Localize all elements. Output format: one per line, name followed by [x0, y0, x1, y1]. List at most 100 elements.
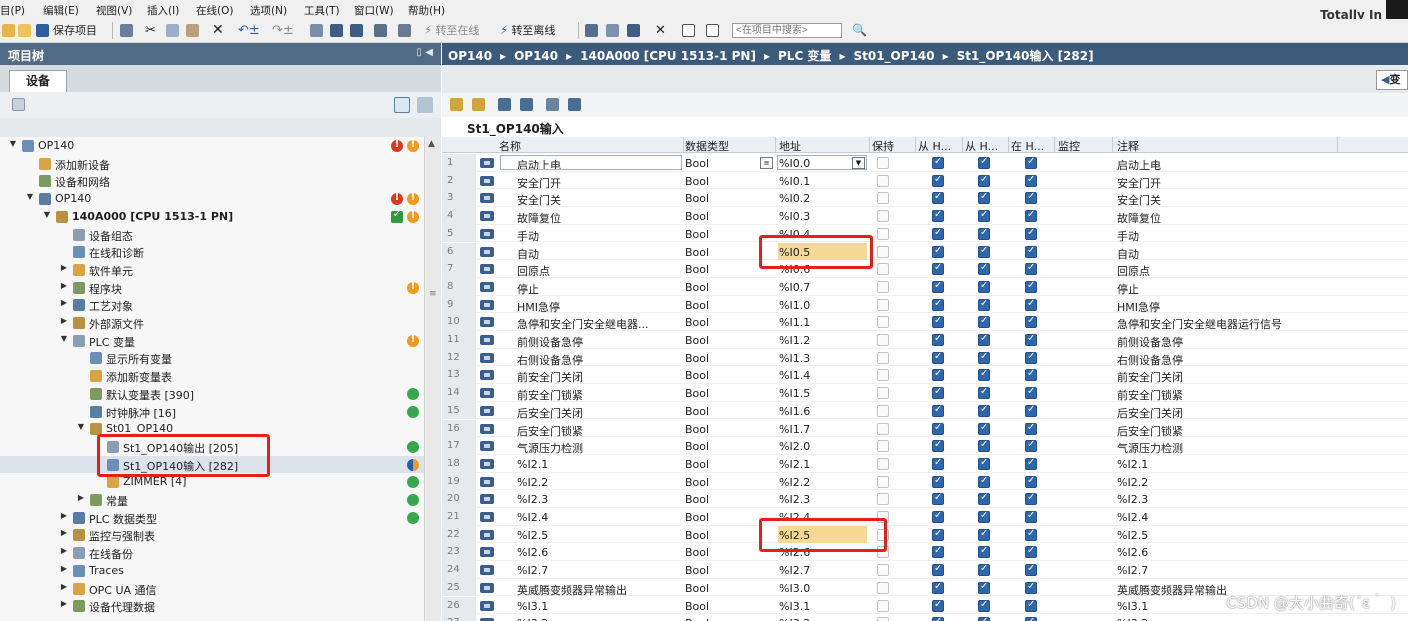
comment-cell[interactable]: 手动 — [1117, 228, 1139, 244]
row-number[interactable]: 8 — [442, 277, 476, 296]
tree-item[interactable]: 设备和网络 — [0, 172, 424, 190]
breadcrumb-item[interactable]: St1_OP140输入 [282] — [957, 49, 1094, 63]
tag-name-cell[interactable]: 故障复位 — [517, 210, 683, 226]
hmi-access-checkbox[interactable] — [932, 209, 944, 223]
data-type-cell[interactable]: Bool — [685, 281, 709, 294]
row-number[interactable]: 6 — [442, 242, 476, 261]
tag-name-cell[interactable]: 启动上电 — [500, 155, 682, 170]
comment-cell[interactable]: 安全门开 — [1117, 175, 1161, 191]
table-row[interactable]: 18%I2.1Bool%I2.1%I2.1 — [442, 454, 1408, 473]
hmi-visible-checkbox[interactable] — [1025, 298, 1037, 311]
table-row[interactable]: 3安全门关Bool%I0.2安全门关 — [442, 189, 1408, 207]
tag-name-cell[interactable]: 安全门开 — [517, 175, 683, 191]
comment-cell[interactable]: 回原点 — [1117, 263, 1150, 279]
tag-name-cell[interactable]: 急停和安全门安全继电器... — [517, 316, 683, 332]
tree-scrollbar[interactable]: ▲ ≡ — [424, 137, 441, 621]
row-number[interactable]: 13 — [442, 366, 476, 385]
tag-name-cell[interactable]: 手动 — [517, 228, 683, 244]
menu-view[interactable]: 视图(V) — [96, 3, 132, 18]
retain-checkbox[interactable] — [877, 564, 889, 577]
hmi-visible-checkbox[interactable] — [1025, 386, 1037, 400]
comment-cell[interactable]: %I2.3 — [1117, 493, 1148, 506]
collapsed-toggle-icon[interactable]: ▶ — [59, 528, 69, 537]
hmi-access-checkbox[interactable] — [932, 174, 944, 187]
tree-item[interactable]: 显示所有变量 — [0, 349, 424, 367]
address-cell[interactable]: %I1.5 — [779, 387, 810, 400]
collapsed-toggle-icon[interactable]: ▶ — [59, 298, 69, 307]
hmi-write-checkbox[interactable] — [978, 581, 990, 594]
new-project-icon[interactable] — [2, 21, 15, 39]
hmi-visible-checkbox[interactable] — [1025, 156, 1037, 169]
row-number[interactable]: 9 — [442, 295, 476, 314]
comment-cell[interactable]: 前安全门锁紧 — [1117, 387, 1183, 403]
tag-name-cell[interactable]: 右侧设备急停 — [517, 352, 683, 368]
tree-item[interactable]: 添加新设备 — [0, 155, 424, 173]
address-cell[interactable]: %I0.3 — [779, 210, 810, 223]
collapsed-toggle-icon[interactable]: ▶ — [76, 493, 86, 502]
diagnostics-icon[interactable] — [585, 21, 598, 39]
tag-name-cell[interactable]: 回原点 — [517, 263, 683, 279]
hmi-write-checkbox[interactable] — [978, 545, 990, 559]
cross-reference-icon[interactable] — [606, 21, 619, 39]
tree-item[interactable]: ▶ PLC 数据类型 — [0, 509, 424, 527]
comment-cell[interactable]: 急停和安全门安全继电器运行信号 — [1117, 316, 1282, 332]
collapse-panel-icon[interactable]: ▯ ◀ — [416, 47, 433, 58]
address-cell[interactable]: %I1.0 — [779, 299, 810, 312]
address-cell[interactable]: %I1.3 — [779, 352, 810, 365]
tag-name-cell[interactable]: HMI急停 — [517, 299, 683, 315]
data-type-cell[interactable]: Bool — [685, 440, 709, 453]
data-type-cell[interactable]: Bool — [685, 564, 709, 577]
table-row[interactable]: 9HMI急停Bool%I1.0HMI急停 — [442, 295, 1408, 315]
hmi-access-checkbox[interactable] — [932, 386, 944, 400]
data-type-cell[interactable]: Bool — [685, 387, 709, 400]
row-number[interactable]: 2 — [442, 171, 476, 190]
comment-cell[interactable]: %I2.1 — [1117, 458, 1148, 471]
delete-icon[interactable]: ✕ — [212, 21, 224, 39]
table-row[interactable]: 15后安全门关闭Bool%I1.6后安全门关闭 — [442, 401, 1408, 420]
breadcrumb-item[interactable]: St01_OP140 — [853, 49, 934, 63]
hmi-visible-checkbox[interactable] — [1025, 245, 1037, 258]
data-type-cell[interactable]: Bool — [685, 493, 709, 506]
tag-name-cell[interactable]: %I3.1 — [517, 600, 683, 613]
comment-cell[interactable]: 前安全门关闭 — [1117, 369, 1183, 385]
data-type-cell[interactable]: Bool — [685, 246, 709, 259]
table-row[interactable]: 27%I3.2Bool%I3.2%I3.2 — [442, 614, 1408, 621]
columns-icon[interactable] — [568, 98, 581, 111]
comment-cell[interactable]: %I2.6 — [1117, 546, 1148, 559]
tree-item[interactable]: 在线和诊断 — [0, 243, 424, 261]
row-number[interactable]: 27 — [442, 614, 476, 621]
tree-item[interactable]: ▶ 软件单元 — [0, 261, 424, 279]
hmi-write-checkbox[interactable] — [978, 191, 990, 205]
hmi-access-checkbox[interactable] — [932, 492, 944, 506]
cut-icon[interactable]: ✂ — [145, 21, 156, 39]
data-type-cell[interactable]: Bool — [685, 175, 709, 188]
data-type-cell[interactable]: Bool — [685, 192, 709, 205]
collapsed-toggle-icon[interactable]: ▶ — [59, 281, 69, 290]
comment-cell[interactable]: %I2.2 — [1117, 476, 1148, 489]
retain-checkbox[interactable] — [877, 457, 889, 470]
col-hmi-write[interactable]: 从 H... — [965, 138, 998, 154]
row-number[interactable]: 25 — [442, 578, 476, 597]
hmi-write-checkbox[interactable] — [978, 510, 990, 523]
table-row[interactable]: 8停止Bool%I0.7停止 — [442, 277, 1408, 297]
address-cell[interactable]: %I3.0 — [779, 582, 810, 595]
hmi-visible-checkbox[interactable] — [1025, 422, 1037, 435]
address-cell[interactable]: %I1.2 — [779, 334, 810, 347]
hmi-write-checkbox[interactable] — [978, 563, 990, 577]
menu-project[interactable]: 目(P) — [0, 3, 25, 18]
hmi-visible-checkbox[interactable] — [1025, 581, 1037, 594]
hmi-write-checkbox[interactable] — [978, 404, 990, 417]
tag-name-cell[interactable]: %I2.3 — [517, 493, 683, 506]
hmi-access-checkbox[interactable] — [932, 422, 944, 435]
tree-item[interactable]: 时钟脉冲 [16] — [0, 403, 424, 421]
undo-icon[interactable]: ↶± — [238, 21, 260, 39]
hmi-write-checkbox[interactable] — [978, 475, 990, 488]
row-number[interactable]: 15 — [442, 401, 476, 420]
row-number[interactable]: 21 — [442, 508, 476, 526]
data-type-cell[interactable]: Bool — [685, 458, 709, 471]
table-row[interactable]: 6自动Bool%I0.5自动 — [442, 242, 1408, 261]
row-number[interactable]: 18 — [442, 454, 476, 473]
tag-name-cell[interactable]: 停止 — [517, 281, 683, 297]
tree-item[interactable]: ▼ PLC 变量 — [0, 332, 424, 350]
tag-name-cell[interactable]: %I2.2 — [517, 476, 683, 489]
